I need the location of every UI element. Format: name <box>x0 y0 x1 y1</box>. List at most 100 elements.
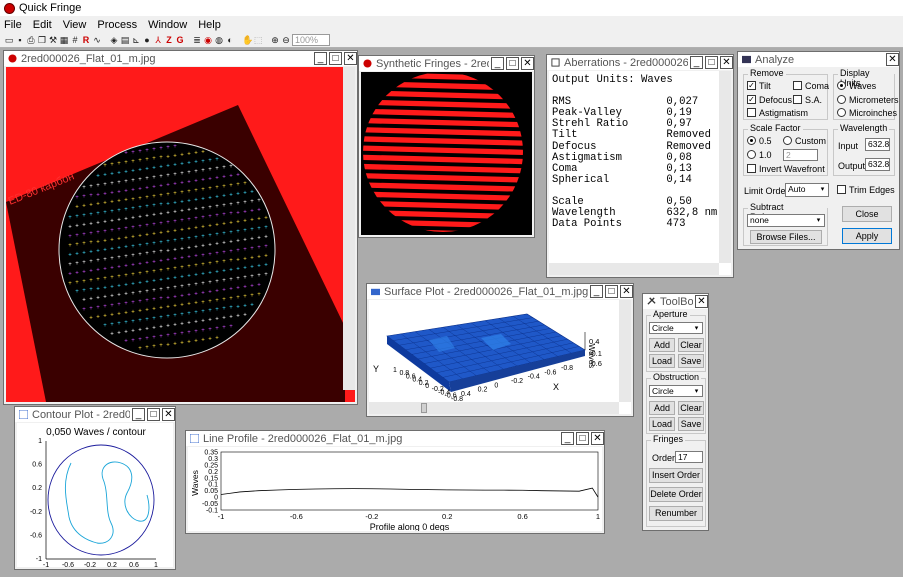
menu-window[interactable]: Window <box>148 19 187 31</box>
maximize-button[interactable]: □ <box>329 52 342 65</box>
apply-button[interactable]: Apply <box>842 228 892 244</box>
copy-icon[interactable]: ❐ <box>37 35 47 45</box>
zoom-out-icon[interactable]: ⊖ <box>281 35 291 45</box>
surface-plot[interactable]: 0.4 -0.1 -0.6 Waves Y X 1 0.80.60.40.20 -0… <box>369 300 631 404</box>
menu-edit[interactable]: Edit <box>33 19 52 31</box>
menu-file[interactable]: File <box>4 19 22 31</box>
trim-edges-checkbox[interactable] <box>837 185 846 194</box>
maximize-button[interactable]: □ <box>576 432 589 445</box>
close-button[interactable]: ✕ <box>591 432 604 445</box>
save-icon[interactable]: ▪ <box>15 35 25 45</box>
obstruction-select[interactable]: Circle ▾ <box>649 385 703 397</box>
minimize-button[interactable]: _ <box>690 56 703 69</box>
surface-vscroll[interactable] <box>619 300 631 402</box>
grid-icon[interactable]: # <box>70 35 80 45</box>
defocus-checkbox[interactable]: ✓ <box>747 95 756 104</box>
menu-help[interactable]: Help <box>198 19 221 31</box>
insert-order-button[interactable]: Insert Order <box>649 468 703 483</box>
svg-text:+: + <box>208 233 212 239</box>
obstruction-load-button[interactable]: Load <box>649 417 675 431</box>
limit-order-select[interactable]: Auto ▾ <box>785 183 829 197</box>
tilt-checkbox[interactable]: ✓ <box>747 81 756 90</box>
close-button[interactable]: ✕ <box>521 57 534 70</box>
minimize-button[interactable]: _ <box>314 52 327 65</box>
svg-text:+: + <box>131 328 135 334</box>
lens-icon[interactable]: ◈ <box>109 35 119 45</box>
chart-icon[interactable]: ⊾ <box>131 35 141 45</box>
globe-icon[interactable]: ◉ <box>203 35 213 45</box>
order-spinner[interactable]: 17 <box>675 451 703 463</box>
maximize-button[interactable]: □ <box>705 56 718 69</box>
disc-icon[interactable]: ◍ <box>214 35 224 45</box>
invert-wavefront-checkbox[interactable] <box>747 164 756 173</box>
browse-files-button[interactable]: Browse Files... <box>750 230 822 244</box>
svg-text:+: + <box>124 226 128 232</box>
close-button[interactable]: ✕ <box>620 285 633 298</box>
renumber-button[interactable]: Renumber <box>649 506 703 521</box>
pan-icon[interactable]: ◐ <box>225 35 235 45</box>
obstruction-save-button[interactable]: Save <box>678 417 704 431</box>
sa-checkbox[interactable] <box>793 95 802 104</box>
astigmatism-checkbox[interactable] <box>747 108 756 117</box>
wavelength-output-field[interactable]: 632.8 <box>865 158 890 171</box>
pattern-icon[interactable]: ▤ <box>120 35 130 45</box>
open-icon[interactable]: ▭ <box>4 35 14 45</box>
tile-icon[interactable]: ▦ <box>59 35 69 45</box>
minimize-button[interactable]: _ <box>561 432 574 445</box>
zoom-select[interactable]: 100% <box>292 34 330 46</box>
custom-scale-input[interactable]: 2 <box>783 149 818 161</box>
minimize-button[interactable]: _ <box>491 57 504 70</box>
maximize-button[interactable]: □ <box>605 285 618 298</box>
a-icon[interactable]: ● <box>142 35 152 45</box>
obstruction-add-button[interactable]: Add <box>649 401 675 415</box>
hand-icon[interactable]: ✋ <box>242 35 253 45</box>
maximize-button[interactable]: □ <box>506 57 519 70</box>
zoom-in-icon[interactable]: ⊕ <box>270 35 280 45</box>
image-vscroll[interactable] <box>343 67 355 390</box>
svg-text:+: + <box>138 233 142 239</box>
minimize-button[interactable]: _ <box>132 408 145 421</box>
obstruction-clear-button[interactable]: Clear <box>678 401 704 415</box>
fringe-image[interactable]: + + + + + + + ++ + + + + + + + + + + + + + ++ + + + + + + + + + + + + + + + +… <box>6 67 345 402</box>
aperture-select[interactable]: Circle ▾ <box>649 322 703 334</box>
surface-hscroll[interactable] <box>369 402 619 414</box>
svg-text:+: + <box>145 157 149 163</box>
custom-radio[interactable] <box>783 136 792 145</box>
g-icon[interactable]: Z <box>164 35 174 45</box>
close-button[interactable]: ✕ <box>886 53 899 66</box>
close-button[interactable]: ✕ <box>695 295 708 308</box>
menu-view[interactable]: View <box>63 19 87 31</box>
aperture-add-button[interactable]: Add <box>649 338 675 352</box>
coma-checkbox[interactable] <box>793 81 802 90</box>
close-button[interactable]: Close <box>842 206 892 222</box>
close-button[interactable]: ✕ <box>720 56 733 69</box>
maximize-button[interactable]: □ <box>147 408 160 421</box>
select-icon[interactable]: ⬚ <box>253 35 263 45</box>
stack-icon[interactable]: ≣ <box>192 35 202 45</box>
aperture-save-button[interactable]: Save <box>678 354 704 368</box>
scale-05-radio[interactable] <box>747 136 756 145</box>
aberrations-hscroll[interactable] <box>549 263 719 275</box>
limit-order-label: Limit Order <box>744 186 789 196</box>
r-icon[interactable]: R <box>81 35 91 45</box>
delete-order-button[interactable]: Delete Order <box>649 487 703 502</box>
waves-radio[interactable] <box>837 81 846 90</box>
minimize-button[interactable]: _ <box>590 285 603 298</box>
microinches-radio[interactable] <box>837 108 846 117</box>
micrometers-radio[interactable] <box>837 95 846 104</box>
curve-icon[interactable]: ∿ <box>92 35 102 45</box>
close-button[interactable]: ✕ <box>162 408 175 421</box>
app-title-bar: Quick Fringe <box>0 0 903 16</box>
aperture-clear-button[interactable]: Clear <box>678 338 704 352</box>
wavelength-input-field[interactable]: 632.8 <box>865 138 890 151</box>
subtract-ref-select[interactable]: none ▾ <box>747 214 825 227</box>
aperture-load-button[interactable]: Load <box>649 354 675 368</box>
layers-icon[interactable]: G <box>175 35 185 45</box>
close-button[interactable]: ✕ <box>344 52 357 65</box>
scale-10-radio[interactable] <box>747 150 756 159</box>
menu-process[interactable]: Process <box>97 19 137 31</box>
print-icon[interactable]: ⎙ <box>26 35 36 45</box>
tools-icon[interactable]: ⚒ <box>48 35 58 45</box>
z-icon[interactable]: ⅄ <box>153 35 163 45</box>
aberrations-vscroll[interactable] <box>719 71 731 263</box>
